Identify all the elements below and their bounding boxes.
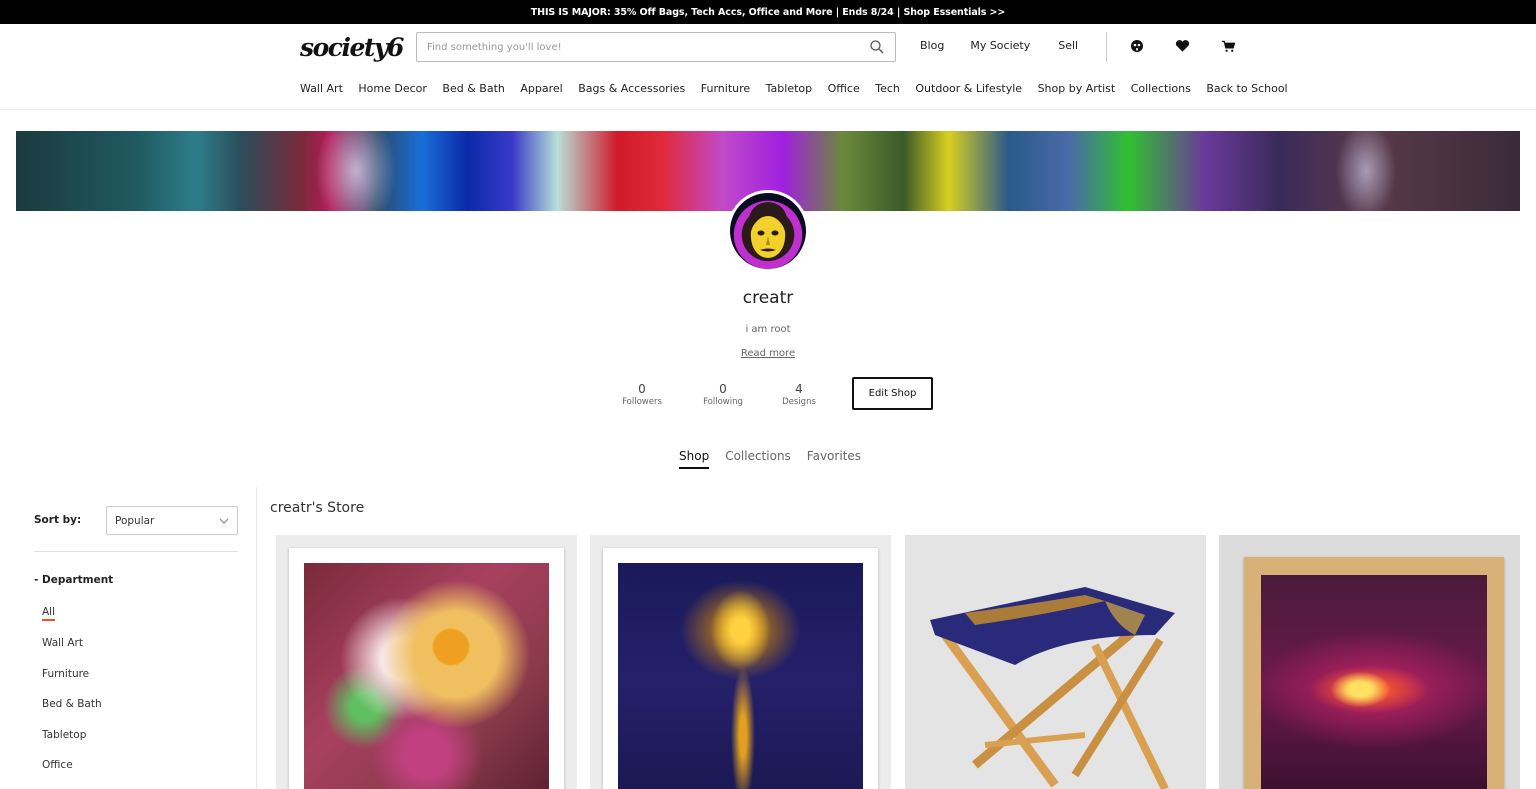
stat-value: 4 bbox=[795, 382, 803, 396]
department-item-wall-art[interactable]: Wall Art bbox=[42, 637, 83, 649]
my-society-link[interactable]: My Society bbox=[970, 39, 1030, 52]
department-title[interactable]: - Department bbox=[34, 574, 113, 586]
promo-banner[interactable]: THIS IS MAJOR: 35% Off Bags, Tech Accs, … bbox=[0, 0, 1536, 24]
avatar[interactable] bbox=[727, 190, 809, 272]
sell-link[interactable]: Sell bbox=[1058, 39, 1078, 52]
stat-label: Designs bbox=[782, 397, 816, 407]
header-links: Blog My Society Sell bbox=[920, 39, 1104, 52]
product-image bbox=[1261, 575, 1487, 789]
read-more-link[interactable]: Read more bbox=[741, 348, 795, 359]
search-input[interactable] bbox=[427, 41, 869, 53]
promo-text[interactable]: THIS IS MAJOR: 35% Off Bags, Tech Accs, … bbox=[531, 7, 1006, 18]
product-card[interactable] bbox=[1219, 535, 1520, 789]
nav-item[interactable]: Apparel bbox=[520, 82, 562, 95]
stat-label: Following bbox=[703, 397, 743, 407]
department-item-all[interactable]: All bbox=[42, 606, 56, 621]
product-image bbox=[930, 587, 1175, 789]
header-divider bbox=[1106, 32, 1107, 62]
department-item-office[interactable]: Office bbox=[42, 759, 73, 771]
blog-link[interactable]: Blog bbox=[920, 39, 944, 52]
stat-value: 0 bbox=[638, 382, 646, 396]
stat-following[interactable]: 0 Following bbox=[693, 382, 753, 407]
nav-item[interactable]: Collections bbox=[1131, 82, 1191, 95]
stat-label: Followers bbox=[622, 397, 662, 407]
department-item-furniture[interactable]: Furniture bbox=[42, 668, 89, 680]
nav-item[interactable]: Bags & Accessories bbox=[578, 82, 685, 95]
account-icon[interactable] bbox=[1128, 37, 1146, 55]
tab-collections[interactable]: Collections bbox=[725, 449, 791, 469]
stat-designs[interactable]: 4 Designs bbox=[769, 382, 829, 407]
nav-item[interactable]: Furniture bbox=[701, 82, 750, 95]
product-image bbox=[304, 563, 549, 789]
nav-item[interactable]: Tech bbox=[875, 82, 900, 95]
product-card[interactable] bbox=[590, 535, 891, 789]
site-logo[interactable]: society6 bbox=[300, 33, 404, 62]
stat-value: 0 bbox=[719, 382, 727, 396]
read-more-wrap: Read more bbox=[0, 348, 1536, 359]
nav-item[interactable]: Tabletop bbox=[766, 82, 812, 95]
chevron-down-icon bbox=[219, 518, 229, 524]
nav-item[interactable]: Office bbox=[828, 82, 860, 95]
sort-label: Sort by: bbox=[34, 514, 82, 526]
sort-dropdown[interactable]: Popular bbox=[106, 506, 238, 535]
search-bar[interactable] bbox=[416, 32, 896, 62]
profile-tagline: i am root bbox=[745, 324, 791, 335]
nav-item[interactable]: Shop by Artist bbox=[1038, 82, 1116, 95]
main-nav: Wall Art Home Decor Bed & Bath Apparel B… bbox=[300, 82, 1303, 95]
cart-icon[interactable] bbox=[1219, 37, 1237, 55]
nav-item[interactable]: Wall Art bbox=[300, 82, 343, 95]
nav-item[interactable]: Outdoor & Lifestyle bbox=[915, 82, 1022, 95]
store-title: creatr's Store bbox=[270, 500, 365, 516]
department-item-bed-bath[interactable]: Bed & Bath bbox=[42, 698, 102, 710]
nav-item[interactable]: Home Decor bbox=[358, 82, 427, 95]
nav-item[interactable]: Back to School bbox=[1206, 82, 1287, 95]
avatar-image bbox=[730, 193, 806, 269]
profile-username: creatr bbox=[742, 288, 794, 308]
stat-followers[interactable]: 0 Followers bbox=[612, 382, 672, 407]
product-card[interactable] bbox=[905, 535, 1206, 789]
department-item-tabletop[interactable]: Tabletop bbox=[42, 729, 86, 741]
sort-value: Popular bbox=[115, 514, 155, 527]
profile-tabs: Shop Collections Favorites bbox=[679, 449, 877, 469]
sidebar-divider bbox=[256, 487, 257, 789]
tab-favorites[interactable]: Favorites bbox=[807, 449, 861, 469]
site-header: society6 Blog My Society Sell Wall Art H… bbox=[0, 24, 1536, 110]
product-card[interactable] bbox=[276, 535, 577, 789]
sidebar-separator bbox=[34, 551, 238, 552]
tab-shop[interactable]: Shop bbox=[679, 449, 710, 469]
product-image bbox=[618, 563, 863, 789]
edit-shop-button[interactable]: Edit Shop bbox=[852, 377, 933, 410]
nav-item[interactable]: Bed & Bath bbox=[442, 82, 504, 95]
search-icon[interactable] bbox=[869, 39, 885, 55]
heart-icon[interactable] bbox=[1173, 37, 1191, 55]
